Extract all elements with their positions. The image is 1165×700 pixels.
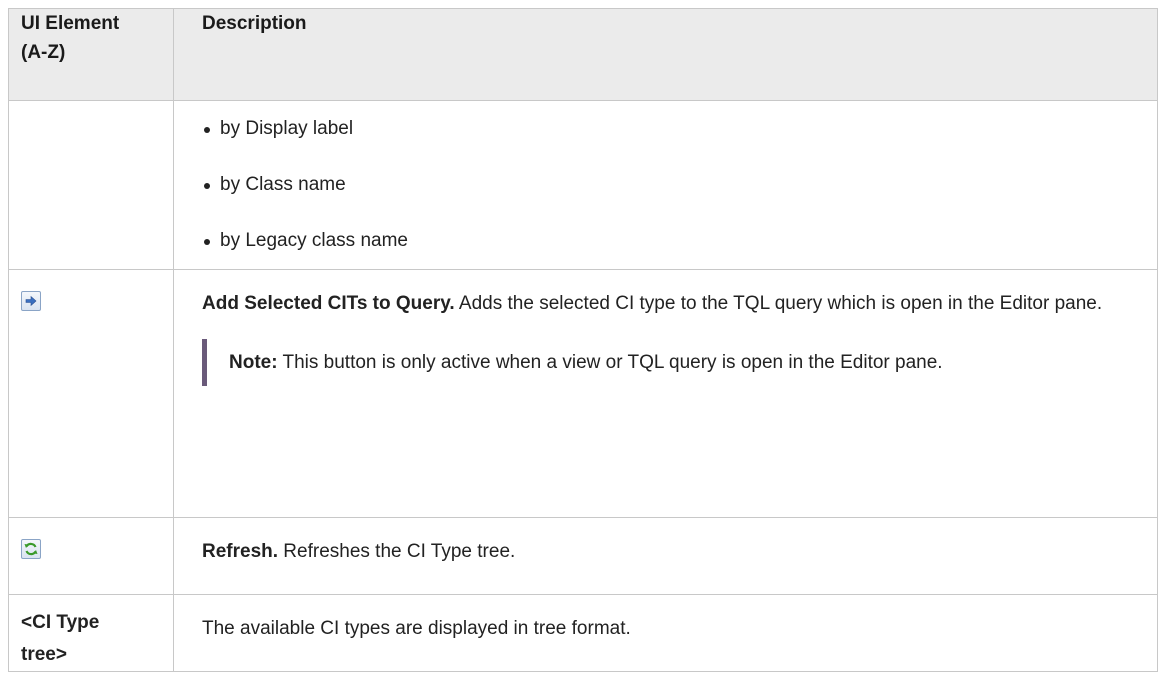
row-refresh-element-cell	[8, 517, 174, 595]
table-row: Add Selected CITs to Query. Adds the sel…	[8, 269, 1158, 518]
table-header-row: UI Element (A-Z) Description	[8, 8, 1158, 101]
table-row: <CI Type tree> The available CI types ar…	[8, 594, 1158, 672]
row-tree-element-cell: <CI Type tree>	[8, 594, 174, 672]
row-tree-description-cell: The available CI types are displayed in …	[173, 594, 1158, 672]
add-selected-title: Add Selected CITs to Query.	[202, 293, 455, 314]
add-selected-description: Add Selected CITs to Query. Adds the sel…	[202, 270, 1143, 319]
refresh-text: Refreshes the CI Type tree.	[278, 541, 516, 562]
list-item: by Display label	[202, 115, 1143, 143]
header-description-label: Description	[202, 13, 307, 34]
header-ui-element-line2: (A-Z)	[21, 42, 66, 63]
row-add-element-cell	[8, 269, 174, 518]
note-label: Note:	[229, 352, 278, 373]
refresh-icon	[21, 539, 41, 559]
ci-type-tree-label-line2: tree>	[21, 644, 67, 665]
refresh-description: Refresh. Refreshes the CI Type tree.	[202, 518, 1143, 567]
table-row: by Display label by Class name by Legacy…	[8, 100, 1158, 270]
header-ui-element-line1: UI Element	[21, 13, 120, 34]
header-description: Description	[173, 8, 1158, 101]
arrow-right-icon	[21, 291, 41, 311]
ci-type-tree-label-line1: <CI Type	[21, 612, 100, 633]
bullet-icon	[204, 239, 210, 245]
list-item: by Class name	[202, 171, 1143, 199]
sort-options-list: by Display label by Class name by Legacy…	[202, 101, 1143, 255]
header-ui-element: UI Element (A-Z)	[8, 8, 174, 101]
list-item: by Legacy class name	[202, 227, 1143, 255]
bullet-text: by Display label	[220, 118, 354, 139]
add-selected-text: Adds the selected CI type to the TQL que…	[454, 293, 1103, 314]
ui-elements-table: UI Element (A-Z) Description by Display …	[8, 8, 1158, 672]
refresh-title: Refresh.	[202, 541, 279, 562]
bullet-icon	[204, 127, 210, 133]
note-block: Note: This button is only active when a …	[202, 339, 1143, 386]
table-row: Refresh. Refreshes the CI Type tree.	[8, 517, 1158, 595]
row-refresh-description-cell: Refresh. Refreshes the CI Type tree.	[173, 517, 1158, 595]
bullet-text: by Class name	[220, 174, 346, 195]
note-text: This button is only active when a view o…	[277, 352, 943, 373]
row-sort-description-cell: by Display label by Class name by Legacy…	[173, 100, 1158, 270]
bullet-icon	[204, 183, 210, 189]
row-sort-element-cell	[8, 100, 174, 270]
bullet-text: by Legacy class name	[220, 230, 408, 251]
row-add-description-cell: Add Selected CITs to Query. Adds the sel…	[173, 269, 1158, 518]
ci-type-tree-description: The available CI types are displayed in …	[202, 618, 631, 639]
